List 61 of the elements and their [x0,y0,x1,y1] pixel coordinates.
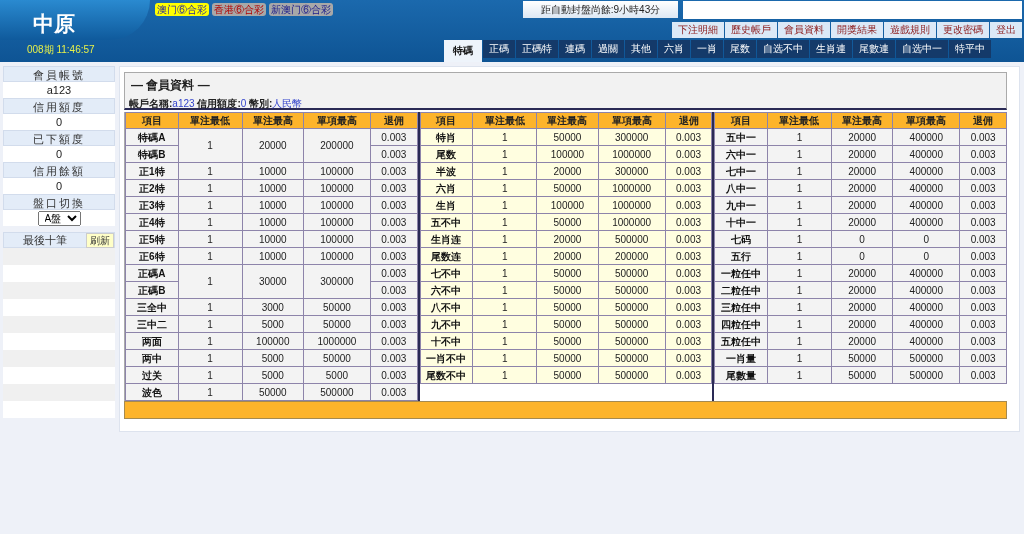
game-tab[interactable]: 過關 [592,40,624,58]
table-cell: 300000 [303,264,371,299]
lottery-tab[interactable]: 澳门⑥合彩 [155,3,209,16]
column-header: 單注最低 [472,112,537,129]
field-value: a123 [46,84,72,96]
period-time: 008期 11:46:57 [27,44,95,55]
panel-title: — 會員資料 — [130,77,211,94]
field-label: 已下額度 [3,130,115,146]
game-tab[interactable]: 正碼特 [516,40,558,58]
nav-link-button[interactable]: 會員資料 [778,22,830,38]
game-tab[interactable]: 尾数 [724,40,756,58]
field-value: 0 [55,148,63,160]
game-tab[interactable]: 自选不中 [757,40,809,58]
countdown-text: 距自動封盤尚餘:9小時43分 [523,1,678,18]
nav-link-button[interactable]: 歷史帳戶 [725,22,777,38]
field-label: 盤口切換 [3,194,115,210]
nav-link-button[interactable]: 登出 [990,22,1022,38]
field-label: 信用額度 [3,98,115,114]
column-header: 單注最高 [536,112,599,129]
game-tab[interactable]: 正碼 [483,40,515,58]
column-header: 退佣 [665,112,712,129]
column-header: 單注最低 [767,112,832,129]
column-header: 單注最高 [831,112,893,129]
game-tab[interactable]: 特平中 [949,40,991,58]
game-tab[interactable]: 一肖 [691,40,723,58]
column-header: 退佣 [370,112,418,129]
column-header: 單項最高 [892,112,960,129]
column-header: 單項最高 [303,112,371,129]
field-value: 0 [55,180,63,192]
account-info: 帳戶名稱:a123 信用額度:0 幣別:人民幣 [129,97,304,111]
nav-link-button[interactable]: 遊戲規則 [884,22,936,38]
nav-link-button[interactable]: 下注明細 [672,22,724,38]
plate-select[interactable]: A盤 [37,211,81,226]
refresh-button[interactable]: 刷新 [86,232,114,248]
column-header: 退佣 [959,112,1007,129]
game-tab[interactable]: 其他 [625,40,657,58]
column-header: 單注最高 [242,112,304,129]
nav-link-button[interactable]: 開獎結果 [831,22,883,38]
game-tab[interactable]: 尾數連 [853,40,895,58]
lottery-tab[interactable]: 新澳门⑥合彩 [269,3,333,16]
column-header: 項目 [125,112,178,129]
field-label: 會員帳號 [3,66,115,82]
field-label: 信用餘額 [3,162,115,178]
column-header: 項目 [714,112,768,129]
table-cell: 1 [178,264,243,299]
game-tab[interactable]: 生肖連 [810,40,852,58]
nav-link-button[interactable]: 更改密碼 [937,22,989,38]
game-tab[interactable]: 特碼 [444,40,482,62]
game-tab[interactable]: 連碼 [559,40,591,58]
column-header: 項目 [420,112,473,129]
game-tab[interactable]: 自选中一 [896,40,948,58]
column-header: 單項最高 [598,112,666,129]
column-header: 單注最低 [178,112,243,129]
table-cell: 1 [178,128,243,163]
field-value: 0 [55,116,63,128]
table-cell: 20000 [242,128,304,163]
logo-text: 中原 [33,13,75,34]
table-cell: 200000 [303,128,371,163]
game-tab[interactable]: 六肖 [658,40,690,58]
recent-title: 最後十筆 [23,233,67,246]
table-cell: 30000 [242,264,304,299]
